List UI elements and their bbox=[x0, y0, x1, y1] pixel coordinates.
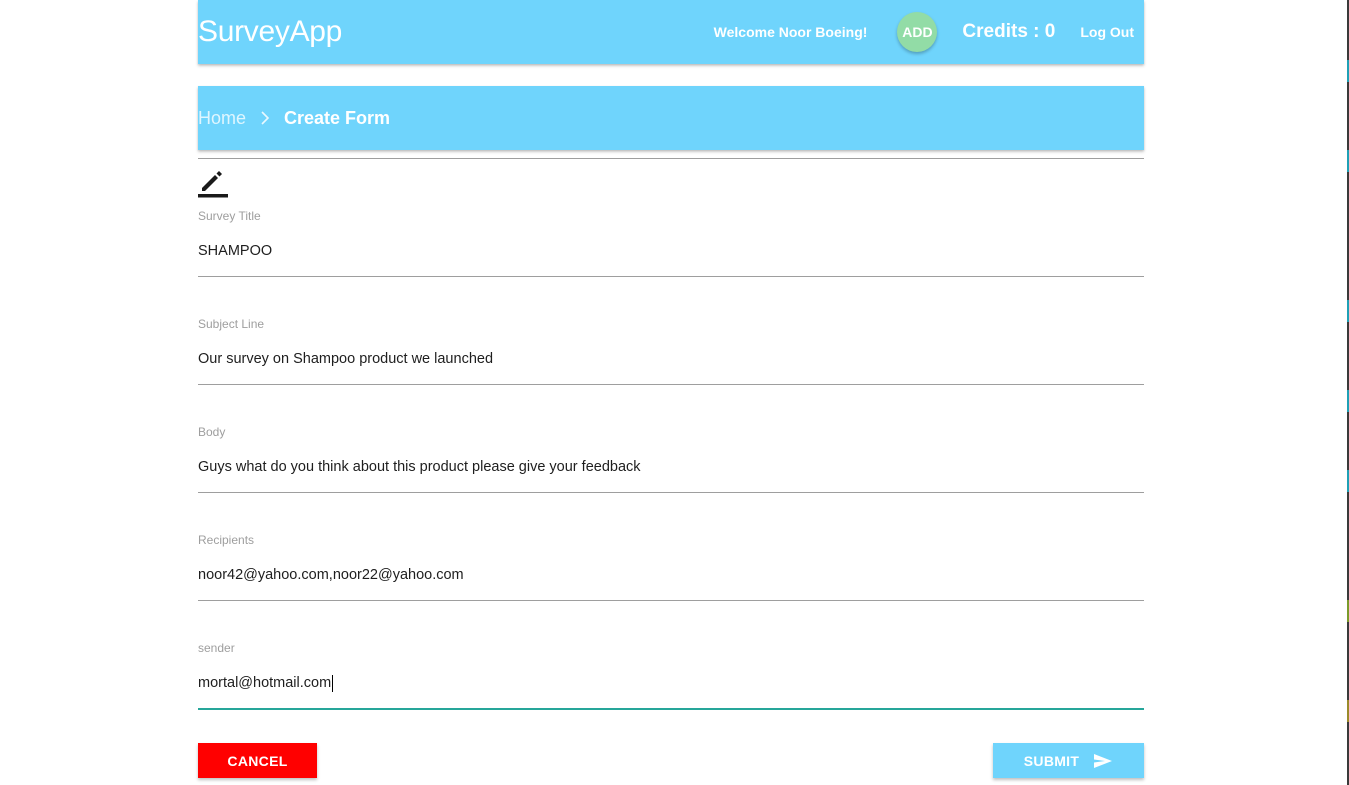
field-underline bbox=[198, 600, 1144, 601]
logout-link[interactable]: Log Out bbox=[1080, 24, 1134, 40]
survey-title-field: Survey Title SHAMPOO bbox=[198, 209, 1144, 277]
breadcrumb-current: Create Form bbox=[284, 107, 391, 128]
recipients-field: Recipients noor42@yahoo.com,noor22@yahoo… bbox=[198, 533, 1144, 601]
field-label: sender bbox=[198, 641, 235, 655]
field-underline-active bbox=[198, 708, 1144, 710]
welcome-text: Welcome Noor Boeing! bbox=[713, 24, 868, 40]
send-icon bbox=[1093, 753, 1113, 769]
text-cursor bbox=[332, 674, 334, 692]
page: SurveyApp Welcome Noor Boeing! ADD Credi… bbox=[0, 0, 1349, 785]
field-label: Body bbox=[198, 425, 226, 439]
breadcrumb-home-link[interactable]: Home bbox=[198, 108, 246, 129]
body-input[interactable]: Guys what do you think about this produc… bbox=[198, 456, 1144, 478]
subject-line-field: Subject Line Our survey on Shampoo produ… bbox=[198, 317, 1144, 385]
field-label: Subject Line bbox=[198, 317, 265, 331]
field-underline bbox=[198, 276, 1144, 277]
sender-field: sender mortal@hotmail.com bbox=[198, 641, 1144, 710]
navbar: SurveyApp Welcome Noor Boeing! ADD Credi… bbox=[198, 0, 1144, 64]
add-credits-button[interactable]: ADD bbox=[897, 12, 938, 52]
submit-button[interactable]: SUBMIT bbox=[993, 743, 1144, 778]
field-label: Survey Title bbox=[198, 209, 261, 223]
cancel-button[interactable]: CANCEL bbox=[198, 743, 317, 778]
sender-input[interactable]: mortal@hotmail.com bbox=[198, 672, 1144, 694]
main-container: SurveyApp Welcome Noor Boeing! ADD Credi… bbox=[198, 0, 1144, 778]
field-label: Recipients bbox=[198, 533, 255, 547]
body-field: Body Guys what do you think about this p… bbox=[198, 425, 1144, 493]
breadcrumb: Home Create Form bbox=[198, 86, 1144, 150]
recipients-input[interactable]: noor42@yahoo.com,noor22@yahoo.com bbox=[198, 564, 1144, 586]
navbar-right: Welcome Noor Boeing! ADD Credits : 0 Log… bbox=[714, 0, 1134, 64]
subject-line-input[interactable]: Our survey on Shampoo product we launche… bbox=[198, 348, 1144, 370]
chevron-right-icon bbox=[260, 110, 270, 126]
survey-title-input[interactable]: SHAMPOO bbox=[198, 240, 1144, 262]
submit-button-label: SUBMIT bbox=[1023, 752, 1080, 769]
field-underline bbox=[198, 492, 1144, 493]
brand-logo[interactable]: SurveyApp bbox=[198, 14, 342, 50]
divider bbox=[198, 158, 1144, 159]
sender-input-value: mortal@hotmail.com bbox=[198, 675, 332, 691]
field-underline bbox=[198, 384, 1144, 385]
edit-icon bbox=[198, 166, 230, 198]
credits-count: Credits : 0 bbox=[962, 21, 1056, 42]
